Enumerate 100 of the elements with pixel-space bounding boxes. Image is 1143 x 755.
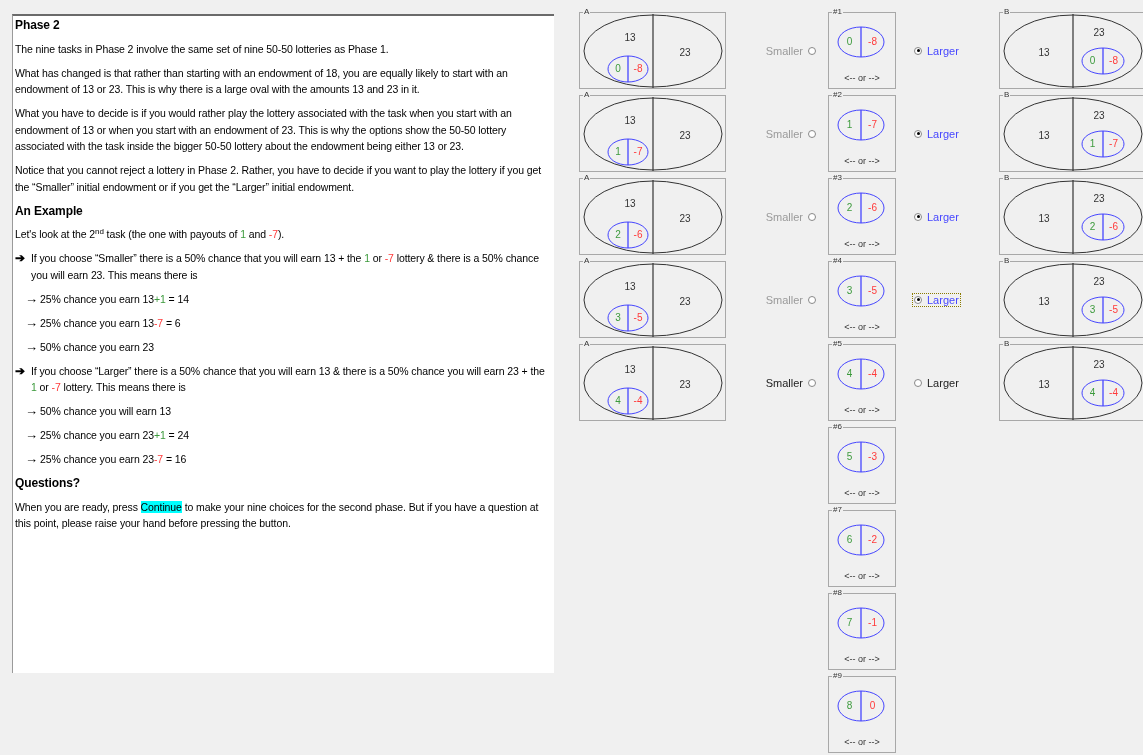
or-label: <-- or --> — [844, 239, 880, 250]
paragraph: When you are ready, press Continue to make your nine choices for the second phase. But if you have a question at this point, please raise your hand before pressing the button. — [15, 499, 540, 531]
payout-gain: 7 — [846, 616, 853, 628]
task-number: #2 — [832, 90, 843, 100]
radio-option[interactable]: Smaller — [763, 375, 818, 390]
bullet-text: If you choose “Larger” there is a 50% chance that you will earn 13 & there is a 50% chance you will earn 23 + the 1 or -7 lottery. This means there is — [31, 363, 546, 395]
payout-loss: -2 — [868, 533, 877, 545]
payout-gain: 4 — [1089, 386, 1096, 398]
task-number: #5 — [832, 339, 843, 349]
bullet-text: 25% chance you earn 23+1 = 24 — [40, 428, 189, 443]
bullet-arrow: → — [25, 427, 39, 444]
radio-option[interactable]: Larger — [912, 43, 961, 58]
or-label: <-- or --> — [844, 405, 880, 416]
radio-option[interactable]: Larger — [912, 209, 961, 224]
lottery-oval-drawing — [607, 304, 649, 332]
radio-circle[interactable] — [914, 212, 922, 221]
radio-circle[interactable] — [914, 129, 922, 138]
lottery-oval-drawing — [837, 109, 885, 141]
task-number: #4 — [832, 256, 843, 266]
or-label: <-- or --> — [844, 156, 880, 167]
lottery-oval-drawing — [607, 55, 649, 83]
payout-gain: 6 — [846, 533, 853, 545]
paragraph: What you have to decide is if you would rather play the lottery associated with the task when you start with an endowment of 13 or when you start with an endowment of 23. This is why the options show the 50-50 lottery associated with the task inside the bigger 50-50 lottery about the endowment being either 13 or 23. — [15, 106, 513, 154]
lottery-oval-drawing — [1081, 47, 1125, 75]
payout-loss: -3 — [868, 450, 877, 462]
panel-label: B — [1003, 256, 1011, 266]
payout-gain: 1 — [1089, 137, 1096, 149]
radio-circle[interactable] — [808, 46, 816, 55]
radio-circle[interactable] — [914, 46, 922, 55]
payout-loss: -4 — [868, 367, 877, 379]
lottery-oval-drawing — [1081, 379, 1125, 407]
radio-circle[interactable] — [914, 378, 922, 387]
or-label: <-- or --> — [844, 737, 880, 748]
lottery-oval-drawing — [837, 441, 885, 473]
endowment-amount: 23 — [679, 129, 691, 141]
lottery-oval-drawing — [837, 690, 885, 722]
endowment-amount: 13 — [624, 197, 636, 209]
paragraph: The nine tasks in Phase 2 involve the same set of nine 50-50 lotteries as Phase 1. — [15, 41, 390, 57]
section-heading: Questions? — [15, 475, 81, 492]
paragraph: What has changed is that rather than starting with an endowment of 18, you are equally likely to start with an endowment of 13 or 23. This is why there is a large oval with the amounts 13 and 23 in it. — [15, 65, 509, 97]
radio-circle[interactable] — [808, 129, 816, 138]
bullet-text: 50% chance you earn 23 — [40, 339, 154, 355]
bullet-arrow: → — [25, 338, 39, 355]
task-number: #6 — [832, 422, 843, 432]
bullet-arrow: → — [25, 290, 39, 307]
bullet-arrow: → — [25, 403, 39, 420]
endowment-amount: 13 — [624, 114, 636, 126]
bullet-text: 25% chance you earn 13-7 = 6 — [40, 315, 181, 331]
radio-circle[interactable] — [808, 212, 816, 221]
lottery-oval-drawing — [1081, 296, 1125, 324]
task-number: #3 — [832, 173, 843, 183]
paragraph: Notice that you cannot reject a lottery in Phase 2. Rather, you have to decide if you want to play the lottery if you get the “Smaller” initial endowment or if you get the “Larger” initial endowment. — [15, 163, 543, 195]
payout-loss: -7 — [633, 145, 643, 157]
payout-loss: -5 — [633, 311, 643, 323]
payout-loss: 0 — [869, 699, 876, 711]
payout-loss: -7 — [868, 118, 877, 130]
endowment-amount: 13 — [1038, 378, 1050, 390]
endowment-amount: 23 — [679, 212, 691, 224]
payout-loss: -6 — [633, 228, 643, 240]
panel-label: B — [1003, 173, 1011, 183]
lottery-oval-drawing — [607, 138, 649, 166]
payout-gain: 0 — [846, 35, 853, 47]
lottery-oval-drawing — [607, 221, 649, 249]
panel-label: B — [1003, 90, 1011, 100]
task-number: #7 — [832, 505, 843, 515]
section-heading: An Example — [15, 202, 84, 219]
task-number: #8 — [832, 588, 843, 598]
endowment-amount: 23 — [679, 378, 691, 390]
panel-label: A — [583, 173, 591, 183]
payout-loss: -4 — [633, 394, 643, 406]
document-title: Phase 2 — [15, 17, 61, 34]
bullet-text: 50% chance you will earn 13 — [40, 404, 171, 419]
radio-option[interactable]: Larger — [912, 292, 961, 307]
or-label: <-- or --> — [844, 322, 880, 333]
bullet-arrow: ➔ — [15, 250, 26, 267]
endowment-amount: 13 — [1038, 46, 1050, 58]
radio-circle[interactable] — [808, 295, 816, 304]
radio-circle[interactable] — [914, 295, 922, 304]
endowment-amount: 13 — [1038, 129, 1050, 141]
lottery-oval-drawing — [837, 192, 885, 224]
endowment-amount: 13 — [1038, 295, 1050, 307]
payout-loss: -4 — [1109, 386, 1118, 398]
payout-gain: 2 — [615, 228, 621, 240]
endowment-amount: 13 — [624, 363, 636, 375]
endowment-amount: 13 — [624, 280, 636, 292]
payout-gain: 1 — [846, 118, 853, 130]
endowment-amount: 23 — [1093, 192, 1105, 204]
endowment-amount: 13 — [1038, 212, 1050, 224]
payout-gain: 2 — [1089, 220, 1096, 232]
lottery-oval-drawing — [837, 26, 885, 58]
endowment-amount: 23 — [1093, 109, 1105, 121]
radio-option[interactable]: Larger — [912, 126, 961, 141]
payout-gain: 1 — [615, 145, 621, 157]
payout-loss: -1 — [868, 616, 877, 628]
radio-option[interactable]: Larger — [912, 375, 961, 390]
or-label: <-- or --> — [844, 488, 880, 499]
radio-circle[interactable] — [808, 378, 816, 387]
lottery-oval-drawing — [837, 607, 885, 639]
bullet-arrow: → — [25, 314, 39, 331]
endowment-amount: 13 — [624, 31, 636, 43]
